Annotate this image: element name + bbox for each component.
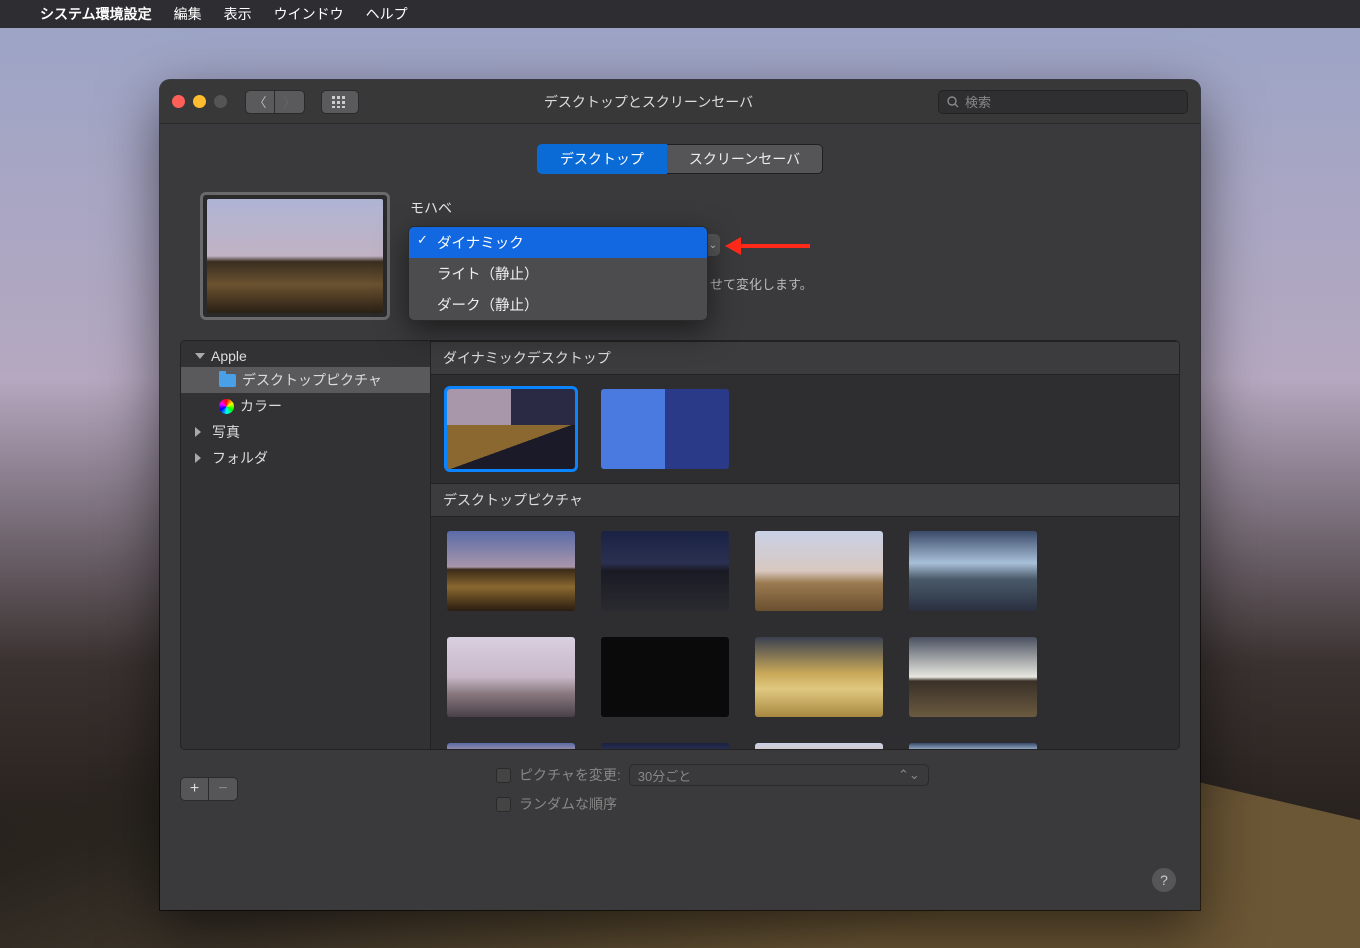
chevron-updown-icon: ⌃⌄ — [898, 767, 920, 783]
sidebar-label: デスクトップピクチャ — [242, 370, 382, 390]
remove-folder-button[interactable]: − — [209, 777, 238, 801]
change-picture-checkbox[interactable] — [496, 768, 511, 783]
folder-icon — [219, 374, 236, 387]
window-titlebar: 〈 〉 デスクトップとスクリーンセーバ 検索 — [160, 80, 1200, 124]
random-order-label: ランダムな順序 — [519, 794, 617, 814]
appearance-dropdown: ダイナミック ライト（静止） ダーク（静止） — [408, 226, 708, 321]
thumb-extra-1[interactable] — [447, 743, 575, 749]
current-wallpaper-preview — [200, 192, 390, 320]
thumb-mojave-dynamic[interactable] — [447, 389, 575, 469]
menu-edit[interactable]: 編集 — [174, 4, 202, 24]
thumb-rock[interactable] — [447, 637, 575, 717]
thumb-extra-2[interactable] — [601, 743, 729, 749]
traffic-lights — [172, 95, 227, 108]
thumb-extra-4[interactable] — [909, 743, 1037, 749]
back-button[interactable]: 〈 — [245, 90, 275, 114]
menubar-app-name[interactable]: システム環境設定 — [40, 4, 152, 24]
wallpaper-name: モハベ — [410, 198, 1160, 218]
interval-value: 30分ごと — [638, 766, 691, 785]
tab-screensaver[interactable]: スクリーンセーバ — [667, 144, 823, 174]
dropdown-item-dynamic[interactable]: ダイナミック — [409, 227, 707, 258]
zoom-button[interactable] — [214, 95, 227, 108]
sidebar-item-colors[interactable]: カラー — [181, 393, 430, 419]
thumb-lake[interactable] — [909, 531, 1037, 611]
color-wheel-icon — [219, 399, 234, 414]
thumb-dunes-dark[interactable] — [909, 637, 1037, 717]
sidebar-label: 写真 — [212, 422, 240, 442]
thumb-dunes-light[interactable] — [755, 637, 883, 717]
menu-help[interactable]: ヘルプ — [366, 4, 408, 24]
tab-desktop[interactable]: デスクトップ — [537, 144, 667, 174]
search-field[interactable]: 検索 — [938, 90, 1188, 114]
sidebar-item-photos[interactable]: 写真 — [181, 419, 430, 445]
thumb-mojave-day[interactable] — [447, 531, 575, 611]
menu-window[interactable]: ウインドウ — [274, 4, 344, 24]
forward-button[interactable]: 〉 — [275, 90, 305, 114]
mojave-preview-image — [207, 199, 383, 313]
thumb-mojave-night[interactable] — [601, 531, 729, 611]
section-header-dynamic: ダイナミックデスクトップ — [431, 341, 1179, 375]
thumb-solar-gradients[interactable] — [601, 389, 729, 469]
search-placeholder: 検索 — [965, 92, 991, 111]
window-title: デスクトップとスクリーンセーバ — [369, 92, 928, 112]
disclosure-triangle-icon — [195, 453, 206, 463]
minimize-button[interactable] — [193, 95, 206, 108]
change-picture-label: ピクチャを変更: — [519, 765, 621, 785]
thumb-spires[interactable] — [601, 637, 729, 717]
help-button[interactable]: ? — [1152, 868, 1176, 892]
menu-view[interactable]: 表示 — [224, 4, 252, 24]
wallpaper-grid: ダイナミックデスクトップ デスクトップピクチャ — [431, 341, 1179, 749]
dropdown-item-light[interactable]: ライト（静止） — [409, 258, 707, 289]
disclosure-triangle-icon — [195, 427, 206, 437]
annotation-arrow — [730, 244, 810, 248]
wallpaper-description: せて変化します。 — [710, 274, 813, 293]
sidebar-item-apple[interactable]: Apple — [181, 345, 430, 367]
close-button[interactable] — [172, 95, 185, 108]
grid-icon — [332, 96, 348, 108]
tab-bar: デスクトップ スクリーンセーバ — [160, 124, 1200, 188]
menubar: システム環境設定 編集 表示 ウインドウ ヘルプ — [0, 0, 1360, 28]
sidebar-label: カラー — [240, 396, 282, 416]
dropdown-item-dark[interactable]: ダーク（静止） — [409, 289, 707, 320]
sidebar-item-desktop-pictures[interactable]: デスクトップピクチャ — [181, 367, 430, 393]
random-order-checkbox[interactable] — [496, 797, 511, 812]
sidebar-label: Apple — [211, 348, 247, 364]
disclosure-triangle-icon — [195, 353, 205, 364]
section-header-pictures: デスクトップピクチャ — [431, 483, 1179, 517]
preferences-window: 〈 〉 デスクトップとスクリーンセーバ 検索 デスクトップ スクリーンセーバ モ… — [160, 80, 1200, 910]
source-sidebar: Apple デスクトップピクチャ カラー 写真 フォルダ — [181, 341, 431, 749]
thumb-extra-3[interactable] — [755, 743, 883, 749]
sidebar-label: フォルダ — [212, 448, 268, 468]
search-icon — [947, 96, 959, 108]
add-folder-button[interactable]: + — [180, 777, 209, 801]
sidebar-item-folders[interactable]: フォルダ — [181, 445, 430, 471]
thumb-desert[interactable] — [755, 531, 883, 611]
change-interval-select[interactable]: 30分ごと ⌃⌄ — [629, 764, 929, 786]
show-all-button[interactable] — [321, 90, 359, 114]
